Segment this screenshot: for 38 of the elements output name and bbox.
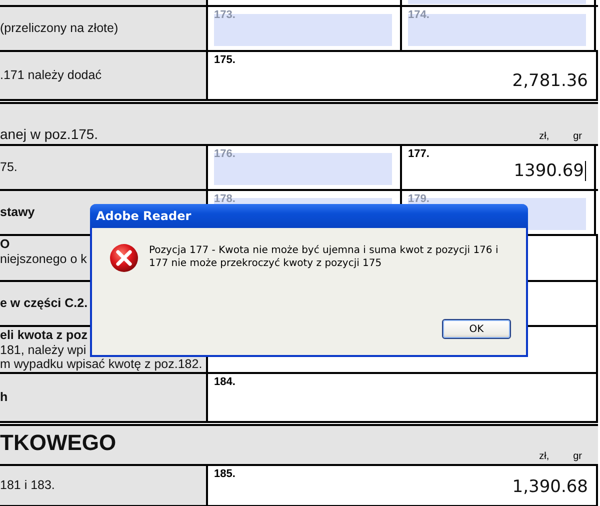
label-text: stawy (0, 205, 35, 220)
field-value: 1,390.68 (512, 477, 588, 497)
label-text: 75. (0, 160, 18, 175)
field-number: 185. (213, 467, 236, 480)
section-title: anej w poz.175. (0, 126, 98, 142)
label-text: 181, należy wpi (0, 342, 86, 357)
label-text: O (0, 237, 10, 252)
field-value: 2,781.36 (512, 71, 588, 91)
label-text: e w części C.2. (0, 296, 88, 311)
error-message: Pozycja 177 - Kwota nie może być ujemna i suma kwot z pozycji 176 i 177 nie może przekroczyć kwoty z pozycji 175 (149, 244, 500, 270)
field-number: 178. (213, 192, 236, 205)
field-number: 179. (407, 192, 430, 205)
label-text: .171 należy dodać (0, 68, 102, 83)
form-field[interactable]: 184. (208, 374, 598, 421)
form-field[interactable]: 185. 1,390.68 (208, 466, 598, 505)
label-text: eli kwota z poz (0, 328, 88, 342)
field-number: 184. (213, 375, 236, 388)
form-field[interactable]: 177. 1390.69 (402, 146, 596, 189)
field-value: 1390.69 (514, 161, 586, 181)
unit-label: zł, (539, 131, 550, 142)
label-text: 181 i 183. (0, 478, 55, 493)
field-number: 176. (213, 147, 236, 160)
label-text: (przeliczony na złote) (0, 21, 118, 36)
label-text: h (0, 390, 8, 405)
unit-label: gr (573, 131, 582, 142)
error-icon (109, 243, 139, 273)
dialog-title: Adobe Reader (96, 209, 192, 223)
unit-label: zł, (539, 451, 550, 462)
field-number: 174. (407, 8, 430, 21)
field-number: 177. (407, 147, 430, 160)
label-text: m wypadku wpisać kwotę z poz.182. (0, 357, 202, 372)
field-number: 173. (213, 8, 236, 21)
section-title: TKOWEGO (0, 430, 116, 456)
label-text: niejszonego o k (0, 252, 87, 266)
field-number: 175. (213, 53, 236, 66)
unit-label: gr (573, 451, 582, 462)
ok-button[interactable]: OK (442, 319, 511, 339)
form-field[interactable]: 175. 2,781.36 (208, 52, 598, 99)
